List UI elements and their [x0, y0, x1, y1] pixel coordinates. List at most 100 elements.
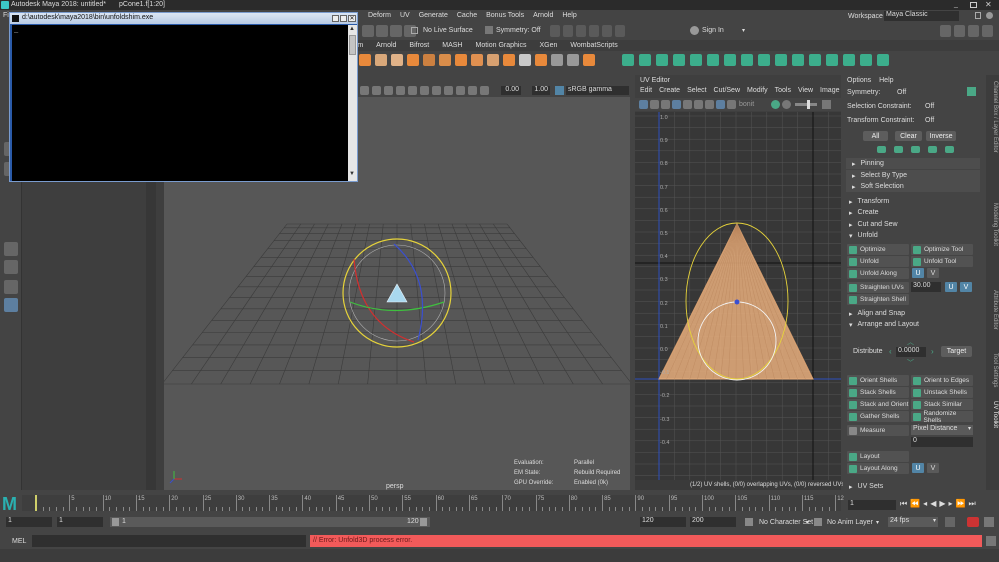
menu-item[interactable]: Deform — [368, 12, 391, 19]
auto-key-record-icon[interactable] — [967, 517, 979, 527]
shelf-tool-icon[interactable] — [707, 54, 719, 66]
shelf-tool-icon[interactable] — [877, 54, 889, 66]
scroll-down-icon[interactable]: ▼ — [349, 171, 355, 177]
mel-label[interactable]: MEL — [12, 538, 26, 545]
color-mgmt-icon[interactable] — [555, 86, 564, 95]
snap-point-icon[interactable] — [390, 25, 402, 37]
range-end-handle[interactable] — [420, 518, 427, 526]
distribute-down-icon[interactable]: ﹀ — [907, 358, 914, 368]
uv-toggle-icon[interactable] — [705, 100, 714, 109]
console-body[interactable]: _ — [12, 25, 348, 181]
shelf-tool-icon[interactable] — [583, 54, 595, 66]
uv-sets-section[interactable]: ▸ UV Sets — [843, 481, 980, 492]
menu-item[interactable]: Arnold — [533, 12, 553, 19]
motion-blur-icon[interactable] — [432, 86, 441, 95]
lights-icon[interactable] — [396, 86, 405, 95]
toolkit-menu-options[interactable]: Options — [847, 77, 871, 84]
console-maximize-icon[interactable] — [340, 15, 347, 22]
align-and-snap-section[interactable]: ▸ Align and Snap — [843, 308, 980, 319]
playback-start-field[interactable]: 1 — [57, 517, 103, 527]
workspace-lock-icon[interactable] — [975, 12, 981, 19]
shelf-tab[interactable]: MASH — [442, 42, 462, 49]
snap-grid-icon[interactable] — [362, 25, 374, 37]
shelf-tool-icon[interactable] — [639, 54, 651, 66]
shelf-tool-icon[interactable] — [809, 54, 821, 66]
shelf-tab[interactable]: XGen — [539, 42, 557, 49]
layout-button[interactable]: Layout — [847, 451, 909, 462]
layout-along-u-button[interactable]: U — [912, 463, 924, 473]
auto-key-icon[interactable] — [945, 517, 955, 527]
render-view-icon[interactable] — [602, 25, 612, 37]
unfold-section[interactable]: ▾ Unfold — [843, 230, 980, 241]
soft-selection-section[interactable]: ▸ Soft Selection — [846, 181, 980, 192]
side-tab-attribute-editor[interactable]: Attribute Editor — [992, 290, 998, 330]
unfold-tool-button[interactable]: Unfold Tool — [911, 256, 973, 267]
uv-menu-item[interactable]: Create — [659, 87, 680, 94]
unstack-shells-button[interactable]: Unstack Shells — [911, 387, 973, 398]
uv-toolkit-pin-icon[interactable] — [967, 87, 976, 96]
symmetry-icon[interactable] — [485, 26, 493, 34]
anim-end-field[interactable]: 200 — [690, 517, 736, 527]
uv-menu-item[interactable]: Image — [820, 87, 839, 94]
xray-joints-icon[interactable] — [480, 86, 489, 95]
straighten-shell-button[interactable]: Straighten Shell — [847, 294, 909, 305]
anim-prefs-icon[interactable] — [984, 517, 994, 527]
distribute-up-icon[interactable]: ︿ — [907, 337, 914, 347]
antialias-icon[interactable] — [444, 86, 453, 95]
user-icon[interactable] — [690, 26, 699, 35]
shelf-tool-icon[interactable] — [455, 54, 467, 66]
minimize-icon[interactable]: _ — [954, 1, 962, 8]
side-tab-channel-box[interactable]: Channel Box / Layer Editor — [992, 81, 998, 153]
shelf-tool-icon[interactable] — [407, 54, 419, 66]
console-minimize-icon[interactable] — [332, 15, 339, 22]
scroll-up-icon[interactable]: ▲ — [349, 26, 355, 32]
uv-toggle-icon[interactable] — [683, 100, 692, 109]
step-back-icon[interactable]: ◂ — [923, 499, 927, 509]
straighten-u-button[interactable]: U — [945, 282, 957, 292]
target-button[interactable]: Target — [941, 346, 972, 357]
anim-start-field[interactable]: 1 — [6, 517, 52, 527]
select-border-icon[interactable] — [894, 146, 903, 153]
shelf-tool-icon[interactable] — [860, 54, 872, 66]
character-set-label[interactable]: No Character Set — [759, 519, 813, 526]
shelf-tab[interactable]: Arnold — [376, 42, 396, 49]
select-inverse-button[interactable]: Inverse — [926, 131, 956, 141]
xray-icon[interactable] — [468, 86, 477, 95]
layout-along-v-button[interactable]: V — [927, 463, 939, 473]
transform-constraint-value[interactable]: Off — [925, 117, 934, 124]
transform-section[interactable]: ▸ Transform — [843, 196, 980, 207]
optimize-tool-button[interactable]: Optimize Tool — [911, 244, 973, 255]
layout-single-icon[interactable] — [4, 242, 18, 256]
selection-constraint-value[interactable]: Off — [925, 103, 934, 110]
unfold-button[interactable]: Unfold — [847, 256, 909, 267]
playback-end-field[interactable]: 120 — [640, 517, 686, 527]
uv-toggle-icon[interactable] — [694, 100, 703, 109]
shelf-tool-icon[interactable] — [519, 54, 531, 66]
smooth-shade-icon[interactable] — [372, 86, 381, 95]
play-back-icon[interactable]: ◀ — [930, 499, 936, 509]
shelf-tool-icon[interactable] — [391, 54, 403, 66]
straighten-uvs-button[interactable]: Straighten UVs — [847, 282, 909, 293]
uv-grid-icon[interactable] — [672, 100, 681, 109]
shelf-tool-icon[interactable] — [551, 54, 563, 66]
uv-gamma-icon[interactable] — [782, 100, 791, 109]
shelf-tool-icon[interactable] — [775, 54, 787, 66]
side-tab-modeling-toolkit[interactable]: Modeling Toolkit — [992, 203, 998, 246]
range-slider[interactable]: 1 120 — [110, 517, 430, 527]
uv-toggle-icon[interactable] — [661, 100, 670, 109]
shelf-tool-icon[interactable] — [622, 54, 634, 66]
cut-and-sew-section[interactable]: ▸ Cut and Sew — [843, 219, 980, 230]
select-clear-button[interactable]: Clear — [895, 131, 922, 141]
shelf-tool-icon[interactable] — [423, 54, 435, 66]
uv-toggle-icon[interactable] — [639, 100, 648, 109]
close-icon[interactable]: ✕ — [985, 0, 992, 9]
command-input[interactable] — [32, 535, 306, 547]
live-surface-icon[interactable] — [411, 27, 418, 34]
console-window[interactable]: d:\autodesk\maya2018\bin\unfoldshim.exe … — [9, 12, 358, 182]
uv-menu-item[interactable]: Select — [687, 87, 706, 94]
shelf-tool-icon[interactable] — [487, 54, 499, 66]
symmetry-value[interactable]: Off — [897, 89, 906, 96]
console-scrollbar[interactable]: ▲ ▼ — [348, 25, 357, 181]
shelf-tool-icon[interactable] — [567, 54, 579, 66]
straighten-angle-field[interactable]: 30.00 — [911, 282, 941, 292]
